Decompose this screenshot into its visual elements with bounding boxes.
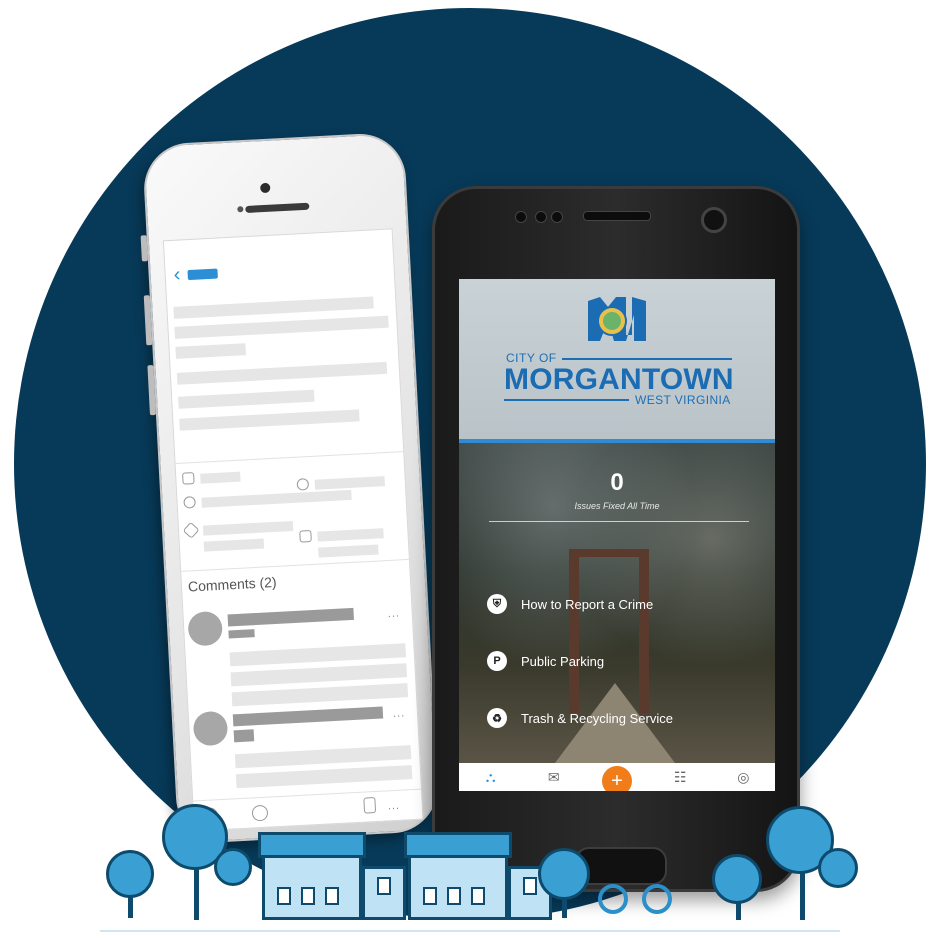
shield-icon: ⛨ <box>487 594 507 614</box>
issues-fixed-label: Issues Fixed All Time <box>574 501 660 511</box>
android-sensor <box>551 211 563 223</box>
header-rule <box>504 399 629 401</box>
placeholder-line <box>174 315 389 339</box>
recycle-icon: ♻ <box>487 708 507 728</box>
comments-heading: Comments (2) <box>187 573 277 595</box>
state-label: WEST VIRGINIA <box>635 393 731 407</box>
parking-icon: P <box>487 651 507 671</box>
back-button[interactable] <box>187 268 218 281</box>
bicycle-icon <box>642 884 672 914</box>
placeholder-line <box>201 489 352 508</box>
avatar <box>187 610 224 647</box>
android-camera-icon <box>701 207 727 233</box>
menu-item-report-crime[interactable]: ⛨ How to Report a Crime <box>487 591 653 617</box>
tree-icon <box>712 854 762 904</box>
comment-text-placeholder <box>230 663 408 687</box>
city-header: CITY OF MORGANTOWN WEST VIRGINIA <box>459 279 775 443</box>
android-sensor <box>535 211 547 223</box>
comment-meta-placeholder <box>233 729 255 743</box>
placeholder-line <box>317 528 384 542</box>
header-rule <box>562 358 732 360</box>
house-icon <box>408 854 508 920</box>
city-name: MORGANTOWN <box>504 363 734 396</box>
window <box>447 887 461 905</box>
window <box>301 887 315 905</box>
tree-icon <box>214 848 252 886</box>
house-icon <box>262 854 362 920</box>
more-options-icon[interactable]: ... <box>393 707 406 720</box>
ground-line <box>100 930 840 932</box>
placeholder-line <box>202 520 294 536</box>
iphone-screen: ‹ Comments (2) ... ... ... <box>162 228 424 832</box>
house-icon <box>362 866 406 920</box>
iphone-device: ‹ Comments (2) ... ... ... <box>140 131 441 845</box>
placeholder-line <box>200 471 241 484</box>
window <box>325 887 339 905</box>
comment-author-placeholder <box>227 607 354 627</box>
more-options-icon[interactable]: ... <box>387 607 400 620</box>
issues-fixed-count: 0 <box>610 469 624 496</box>
android-sensor <box>515 211 527 223</box>
placeholder-line <box>173 296 374 319</box>
placeholder-line <box>178 389 315 409</box>
comment-meta-placeholder <box>228 629 255 639</box>
comment-text-placeholder <box>231 683 409 707</box>
placeholder-line <box>318 544 379 558</box>
placeholder-line <box>176 361 388 385</box>
tree-icon <box>106 850 154 898</box>
stats-divider <box>489 521 749 522</box>
window <box>423 887 437 905</box>
tag-icon <box>182 521 200 539</box>
divider <box>175 451 404 465</box>
document-icon <box>182 472 195 485</box>
roof <box>404 832 512 858</box>
placeholder-line <box>175 343 246 359</box>
divider <box>181 558 409 572</box>
tree-icon <box>538 848 590 900</box>
roof <box>258 832 366 858</box>
iphone-mute-switch <box>140 235 148 262</box>
placeholder-line <box>314 476 386 490</box>
placeholder-line <box>203 538 265 552</box>
town-illustration <box>0 780 938 939</box>
window <box>471 887 485 905</box>
placeholder-line <box>179 409 360 431</box>
menu-item-public-parking[interactable]: P Public Parking <box>487 648 604 674</box>
user-icon <box>183 496 196 509</box>
window <box>523 877 537 895</box>
window <box>277 887 291 905</box>
back-chevron-icon[interactable]: ‹ <box>173 264 181 286</box>
bicycle-icon <box>598 884 628 914</box>
menu-item-label: Trash & Recycling Service <box>521 710 673 726</box>
avatar <box>192 710 229 747</box>
menu-item-label: Public Parking <box>521 653 605 669</box>
bridge-beam <box>569 549 649 557</box>
clock-icon <box>296 478 310 491</box>
comment-author-placeholder <box>232 706 384 727</box>
morgantown-logo-icon <box>588 297 646 341</box>
comment-text-placeholder <box>229 643 407 667</box>
menu-item-label: How to Report a Crime <box>521 596 654 612</box>
window <box>377 877 391 895</box>
android-screen: CITY OF MORGANTOWN WEST VIRGINIA 0 Issue… <box>459 279 775 791</box>
tree-icon <box>818 848 858 888</box>
comment-text-placeholder <box>234 745 412 769</box>
menu-item-trash-recycling[interactable]: ♻ Trash & Recycling Service <box>487 705 673 731</box>
clipboard-icon <box>299 529 312 543</box>
android-speaker <box>583 211 651 221</box>
